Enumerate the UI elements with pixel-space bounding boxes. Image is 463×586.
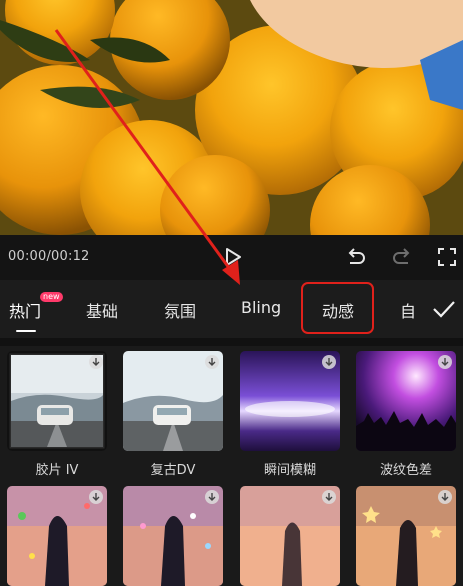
effect-label: 波纹色差 xyxy=(379,463,432,478)
effect-item-7[interactable] xyxy=(240,486,340,586)
effect-thumbnail xyxy=(123,351,223,451)
video-frame-oranges xyxy=(0,0,463,235)
divider xyxy=(0,338,463,346)
effect-label: 复古DV xyxy=(150,463,196,478)
undo-icon[interactable] xyxy=(343,244,369,270)
download-icon[interactable] xyxy=(205,490,219,504)
playback-time: 00:00/00:12 xyxy=(8,249,90,264)
download-icon[interactable] xyxy=(205,355,219,369)
annotation-highlight-box xyxy=(301,282,374,334)
new-badge: new xyxy=(40,292,63,302)
tab-atmosphere[interactable]: 氛围 xyxy=(164,298,196,322)
effect-thumbnail xyxy=(356,351,456,451)
effect-item-5[interactable] xyxy=(7,486,107,586)
effect-item-6[interactable] xyxy=(123,486,223,586)
effect-thumbnail xyxy=(123,486,223,586)
effect-label: 瞬间模糊 xyxy=(263,463,316,478)
effect-item-film-iv[interactable]: 胶片 IV xyxy=(7,351,107,478)
effect-thumbnail xyxy=(7,486,107,586)
effect-thumbnail xyxy=(7,351,107,451)
effect-label: 胶片 IV xyxy=(35,463,79,478)
effect-thumbnail xyxy=(240,486,340,586)
redo-icon[interactable] xyxy=(389,244,415,270)
download-icon[interactable] xyxy=(322,355,336,369)
download-icon[interactable] xyxy=(322,490,336,504)
effect-item-ripple-chroma[interactable]: 波纹色差 xyxy=(356,351,456,478)
checkmark-icon[interactable] xyxy=(430,296,458,322)
active-tab-indicator xyxy=(16,330,36,332)
tab-basic[interactable]: 基础 xyxy=(86,298,118,322)
tab-hot[interactable]: 热门 xyxy=(9,298,41,322)
effect-thumbnail xyxy=(240,351,340,451)
video-preview[interactable] xyxy=(0,0,463,235)
effect-thumbnail xyxy=(356,486,456,586)
download-icon[interactable] xyxy=(438,355,452,369)
effect-category-tabs: 热门 new 基础 氛围 Bling 动感 自 xyxy=(0,280,463,338)
download-icon[interactable] xyxy=(89,355,103,369)
player-controls: 00:00/00:12 xyxy=(0,235,463,280)
download-icon[interactable] xyxy=(438,490,452,504)
effect-grid: 胶片 IV 复古DV 瞬间模糊 波纹色差 xyxy=(0,346,463,586)
effect-item-retro-dv[interactable]: 复古DV xyxy=(123,351,223,478)
effect-item-instant-blur[interactable]: 瞬间模糊 xyxy=(240,351,340,478)
download-icon[interactable] xyxy=(89,490,103,504)
play-icon[interactable] xyxy=(219,244,245,270)
tab-custom[interactable]: 自 xyxy=(400,298,416,322)
tab-bling[interactable]: Bling xyxy=(241,298,281,317)
fullscreen-icon[interactable] xyxy=(434,244,460,270)
effect-item-8[interactable] xyxy=(356,486,456,586)
